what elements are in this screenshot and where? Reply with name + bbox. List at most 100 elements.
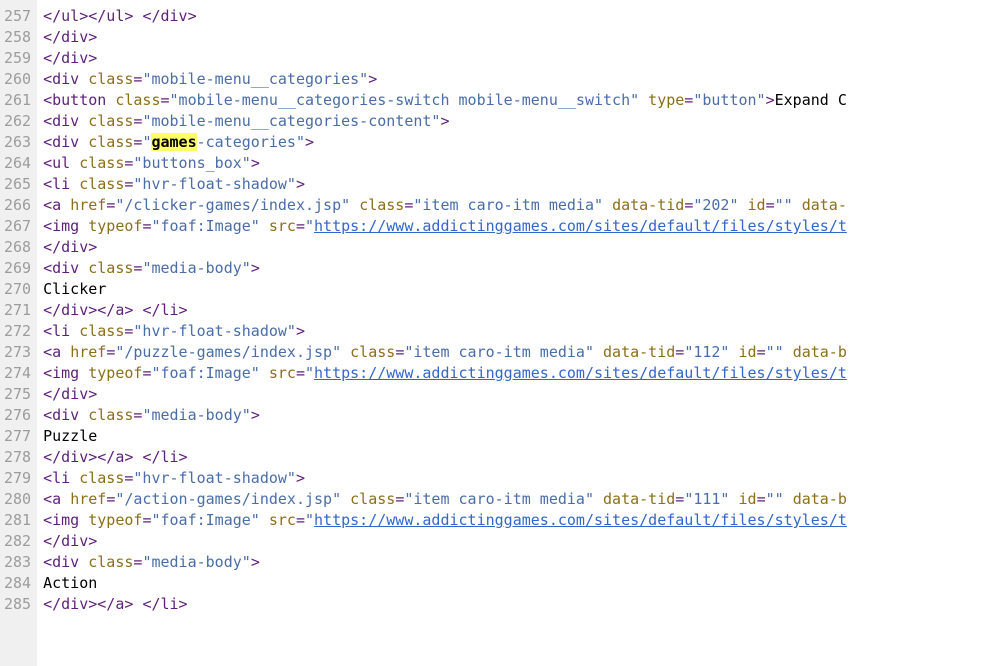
line-number: 268 <box>4 237 31 258</box>
token: = <box>296 217 305 235</box>
line-number: 261 <box>4 90 31 111</box>
token <box>603 196 612 214</box>
token: "foaf:Image" <box>151 511 259 529</box>
code-line[interactable]: <img typeof="foaf:Image" src="https://ww… <box>43 363 1000 384</box>
token: > <box>296 469 305 487</box>
token: -categories" <box>197 133 305 151</box>
line-number: 266 <box>4 195 31 216</box>
code-line[interactable]: <img typeof="foaf:Image" src="https://ww… <box>43 216 1000 237</box>
token <box>729 490 738 508</box>
token: "hvr-float-shadow" <box>133 175 296 193</box>
code-line[interactable]: </div></a> </li> <box>43 300 1000 321</box>
token: "item caro-itm media" <box>404 490 594 508</box>
line-number: 273 <box>4 342 31 363</box>
line-number: 265 <box>4 174 31 195</box>
code-line[interactable]: </div> <box>43 384 1000 405</box>
code-line[interactable]: <li class="hvr-float-shadow"> <box>43 321 1000 342</box>
line-number: 275 <box>4 384 31 405</box>
token: src <box>269 364 296 382</box>
token: data-tid <box>612 196 684 214</box>
token <box>260 511 269 529</box>
line-number: 283 <box>4 552 31 573</box>
token: <div <box>43 112 88 130</box>
code-line[interactable]: <a href="/puzzle-games/index.jsp" class=… <box>43 342 1000 363</box>
code-line[interactable]: <button class="mobile-menu__categories-s… <box>43 90 1000 111</box>
token <box>594 490 603 508</box>
token: class <box>88 259 133 277</box>
token: = <box>296 364 305 382</box>
code-line[interactable]: </div> <box>43 237 1000 258</box>
code-line[interactable]: <div class="media-body"> <box>43 258 1000 279</box>
token: "" <box>766 343 784 361</box>
line-number: 271 <box>4 300 31 321</box>
line-number: 270 <box>4 279 31 300</box>
token: id <box>739 343 757 361</box>
token: class <box>88 112 133 130</box>
token: = <box>395 490 404 508</box>
line-number: 263 <box>4 132 31 153</box>
code-editor: 2572582592602612622632642652662672682692… <box>0 0 1000 666</box>
code-line[interactable]: Puzzle <box>43 426 1000 447</box>
line-number: 274 <box>4 363 31 384</box>
token: <div <box>43 70 88 88</box>
line-number: 272 <box>4 321 31 342</box>
token: </div> <box>43 238 97 256</box>
code-line[interactable]: <a href="/clicker-games/index.jsp" class… <box>43 195 1000 216</box>
code-line[interactable]: <ul class="buttons_box"> <box>43 153 1000 174</box>
line-number: 257 <box>4 6 31 27</box>
token: Puzzle <box>43 427 97 445</box>
code-line[interactable]: </div></a> </li> <box>43 447 1000 468</box>
code-line[interactable]: Action <box>43 573 1000 594</box>
code-line[interactable]: Clicker <box>43 279 1000 300</box>
token: class <box>88 406 133 424</box>
code-line[interactable]: <img typeof="foaf:Image" src="https://ww… <box>43 510 1000 531</box>
token: > <box>305 133 314 151</box>
code-line[interactable]: <div class="mobile-menu__categories-cont… <box>43 111 1000 132</box>
line-number: 277 <box>4 426 31 447</box>
token: typeof <box>88 217 142 235</box>
token: > <box>296 322 305 340</box>
code-line[interactable]: <div class="media-body"> <box>43 405 1000 426</box>
line-number: 282 <box>4 531 31 552</box>
line-number: 259 <box>4 48 31 69</box>
token: " <box>305 217 314 235</box>
code-line[interactable]: <div class="mobile-menu__categories"> <box>43 69 1000 90</box>
token <box>739 196 748 214</box>
token: class <box>79 469 124 487</box>
token: = <box>106 343 115 361</box>
token <box>594 343 603 361</box>
line-number: 280 <box>4 489 31 510</box>
token: " <box>305 511 314 529</box>
code-line[interactable]: <a href="/action-games/index.jsp" class=… <box>43 489 1000 510</box>
token: data-tid <box>603 343 675 361</box>
code-line[interactable]: </div> <box>43 531 1000 552</box>
token: = <box>675 343 684 361</box>
token: </div> <box>43 49 97 67</box>
code-line[interactable]: </div></a> </li> <box>43 594 1000 615</box>
code-line[interactable]: </div> <box>43 27 1000 48</box>
token: > <box>251 259 260 277</box>
token: <div <box>43 553 88 571</box>
line-number: 276 <box>4 405 31 426</box>
code-line[interactable]: <li class="hvr-float-shadow"> <box>43 468 1000 489</box>
code-line[interactable]: <div class="games-categories"> <box>43 132 1000 153</box>
token: = <box>296 511 305 529</box>
token: = <box>161 91 170 109</box>
code-line[interactable]: </div> <box>43 48 1000 69</box>
token: </div></a> <box>43 301 133 319</box>
token: "mobile-menu__categories" <box>142 70 368 88</box>
token: Clicker <box>43 280 106 298</box>
code-line[interactable]: <li class="hvr-float-shadow"> <box>43 174 1000 195</box>
code-line[interactable]: </ul></ul> </div> <box>43 6 1000 27</box>
token: href <box>70 196 106 214</box>
token: https://www.addictinggames.com/sites/def… <box>314 364 847 382</box>
code-line[interactable]: <div class="media-body"> <box>43 552 1000 573</box>
line-number: 281 <box>4 510 31 531</box>
token: data- <box>802 196 847 214</box>
token: = <box>757 343 766 361</box>
token: "buttons_box" <box>133 154 250 172</box>
code-area[interactable]: </ul></ul> </div></div></div><div class=… <box>37 0 1000 666</box>
token: </div> <box>43 385 97 403</box>
token: type <box>648 91 684 109</box>
line-number-gutter: 2572582592602612622632642652662672682692… <box>0 0 37 666</box>
